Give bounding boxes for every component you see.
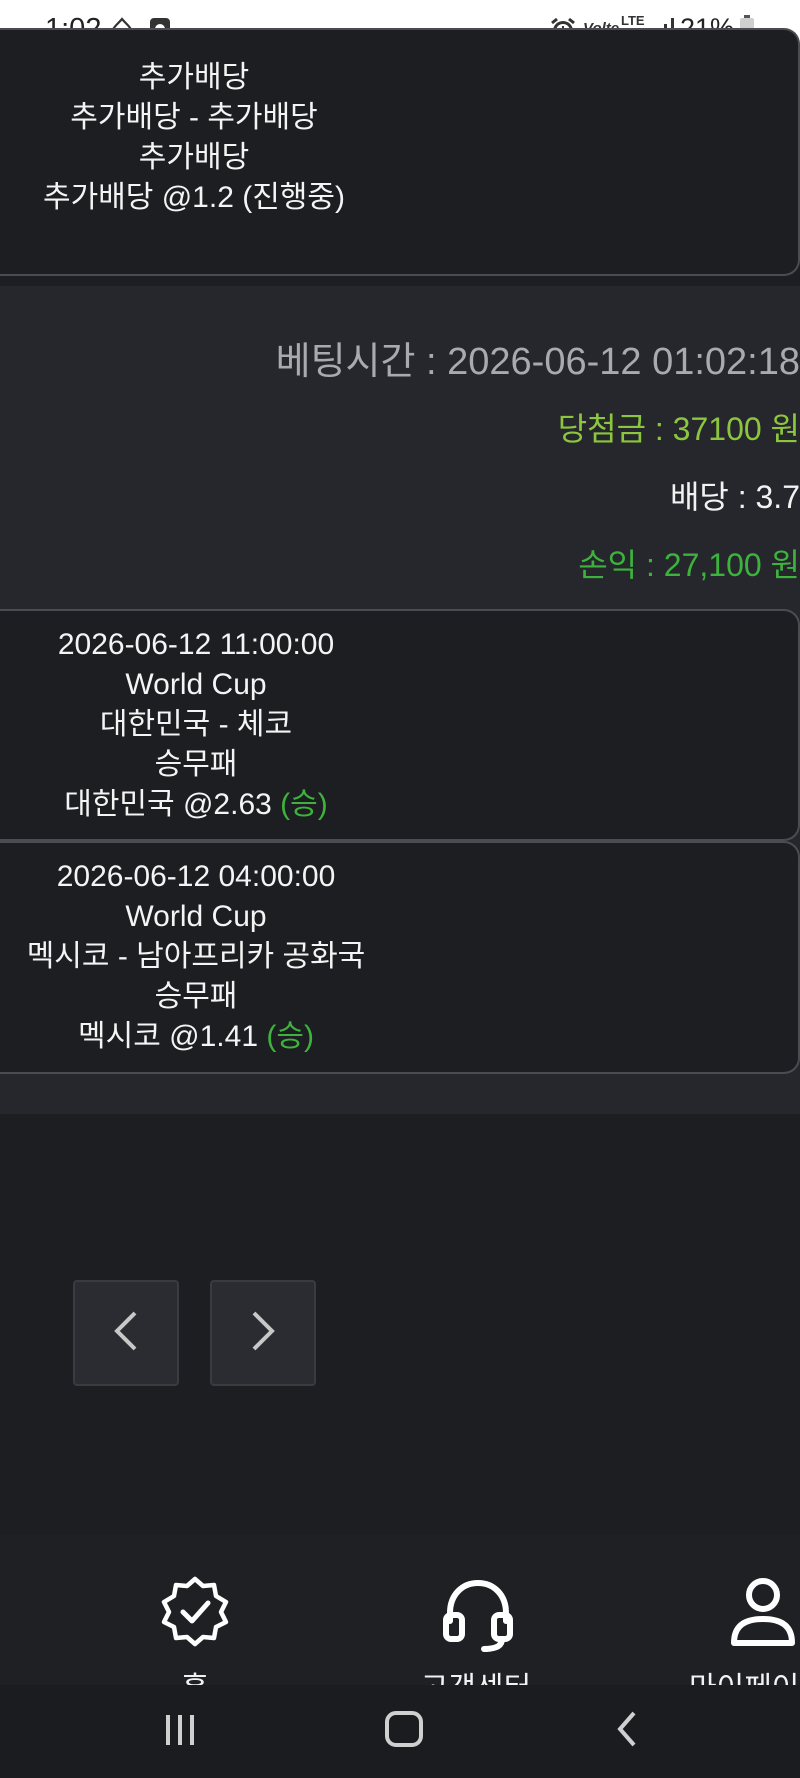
home-icon[interactable] (383, 1707, 425, 1756)
match-card: 2026-06-12 11:00:00 World Cup 대한민국 - 체코 … (0, 609, 800, 841)
chevron-right-icon (248, 1309, 278, 1358)
match-line: 추가배당 @1.2 (진행중) (42, 181, 345, 214)
bet-time: 베팅시간 : 2026-06-12 01:02:18 (275, 341, 800, 383)
winnings-amount: 당첨금 : 37100 원 (557, 411, 800, 447)
match-market: 승무패 (154, 748, 238, 781)
previous-bet-card: 추가배당 추가배당 - 추가배당 추가배당 추가배당 @1.2 (진행중) (0, 28, 800, 276)
match-pick: 대한민국 @2.63 (승) (0, 785, 396, 825)
prev-page-button[interactable] (73, 1280, 179, 1386)
android-nav-bar (0, 1685, 800, 1778)
match-pick: 멕시코 @1.41 (승) (0, 1017, 396, 1057)
next-page-button[interactable] (210, 1280, 316, 1386)
nav-label: 마이페이지 (658, 1663, 800, 1685)
chevron-left-icon (111, 1309, 141, 1358)
match-teams: 멕시코 - 남아프리카 공화국 (26, 940, 366, 973)
nav-home[interactable]: 홈 (95, 1535, 295, 1685)
back-icon[interactable] (612, 1707, 642, 1756)
match-league: World Cup (125, 668, 267, 701)
pick-text: 멕시코 @1.41 (78, 1020, 259, 1053)
previous-bet-panel: 추가배당 추가배당 - 추가배당 추가배당 추가배당 @1.2 (진행중) (0, 28, 800, 276)
result-badge: (승) (266, 1020, 314, 1053)
pick-text: 대한민국 @2.63 (64, 788, 272, 821)
profit-amount: 손익 : 27,100 원 (578, 547, 800, 583)
bottom-nav: 홈 고객센터 마이페이지 (0, 1535, 800, 1685)
match-datetime: 2026-06-12 11:00:00 (57, 628, 335, 661)
match-market: 승무패 (154, 980, 238, 1013)
match-line: 추가배당 (138, 141, 250, 174)
result-badge: (승) (280, 788, 328, 821)
nav-my-page[interactable]: 마이페이지 (658, 1535, 800, 1685)
match-card: 2026-06-12 04:00:00 World Cup 멕시코 - 남아프리… (0, 841, 800, 1074)
nav-customer-center[interactable]: 고객센터 (376, 1535, 576, 1685)
nav-label: 홈 (95, 1663, 295, 1685)
match-datetime: 2026-06-12 04:00:00 (56, 860, 336, 893)
match-line: 추가배당 - 추가배당 (70, 101, 318, 134)
odds-value: 배당 : 3.7 (669, 479, 800, 515)
match-line: 추가배당 (138, 61, 250, 94)
nav-label: 고객센터 (376, 1663, 576, 1685)
bet-history-card: 베팅시간 : 2026-06-12 01:02:18 당첨금 : 37100 원… (0, 286, 800, 1114)
match-teams: 대한민국 - 체코 (99, 708, 293, 741)
match-league: World Cup (125, 900, 267, 933)
recent-apps-icon[interactable] (163, 1707, 197, 1756)
